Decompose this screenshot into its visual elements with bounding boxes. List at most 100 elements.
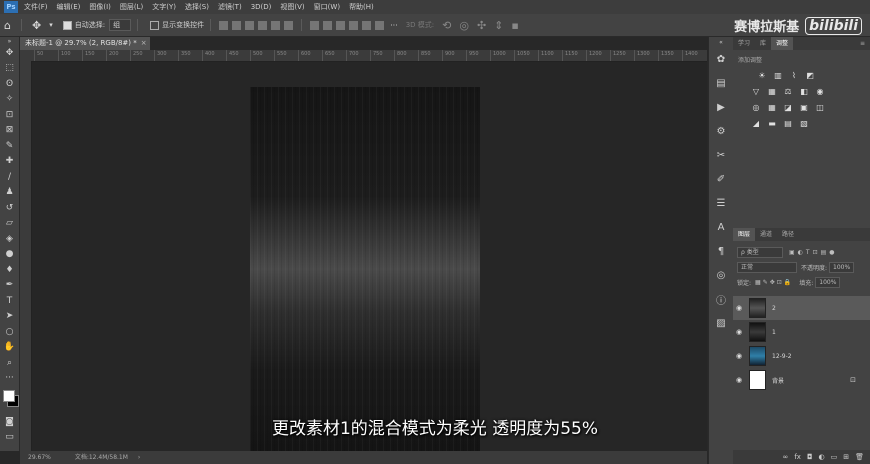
posterize-icon[interactable]: ▣ bbox=[799, 102, 809, 112]
tools-icon[interactable]: ✂ bbox=[709, 143, 733, 167]
menu-3d[interactable]: 3D(D) bbox=[251, 3, 272, 11]
document-tab[interactable]: 未标题-1 @ 29.7% (2, RGB/8#) * × bbox=[20, 37, 150, 50]
character-icon[interactable]: A bbox=[709, 215, 733, 239]
tab-learn[interactable]: 学习 bbox=[733, 37, 755, 50]
move-tool-icon[interactable]: ✥ bbox=[0, 45, 19, 61]
3d-icon[interactable]: ◎ bbox=[709, 263, 733, 287]
layer-row[interactable]: ◉ 1 bbox=[733, 320, 870, 344]
swatch-icon[interactable]: ▨ bbox=[709, 311, 733, 335]
pen-tool-icon[interactable]: ✒ bbox=[0, 278, 19, 294]
show-transform-checkbox[interactable] bbox=[150, 20, 160, 30]
actions-play-icon[interactable]: ▶ bbox=[709, 95, 733, 119]
move-tool-icon[interactable]: ✥ bbox=[32, 19, 41, 32]
brush-tool-icon[interactable]: ∕ bbox=[0, 169, 19, 185]
fill-field[interactable]: 100% bbox=[815, 277, 841, 288]
3d-scale-icon[interactable]: ▪ bbox=[511, 19, 518, 32]
blend-mode-dropdown[interactable]: 正常 bbox=[737, 262, 797, 273]
menu-select[interactable]: 选择(S) bbox=[185, 2, 209, 12]
lock-icons[interactable]: ▦✎✥⊡🔒 bbox=[755, 279, 793, 286]
menu-file[interactable]: 文件(F) bbox=[24, 2, 48, 12]
align-bottom-icon[interactable] bbox=[245, 20, 255, 30]
tab-libraries[interactable]: 库 bbox=[755, 37, 771, 50]
type-tool-icon[interactable]: T bbox=[0, 293, 19, 309]
layer-row[interactable]: ◉ 2 bbox=[733, 296, 870, 320]
new-layer-icon[interactable]: ⊞ bbox=[843, 453, 849, 461]
visibility-eye-icon[interactable]: ◉ bbox=[733, 304, 745, 312]
delete-layer-icon[interactable]: 🗑 bbox=[855, 453, 864, 461]
distribute-vcenter-icon[interactable] bbox=[323, 20, 333, 30]
more-tools-icon[interactable]: ··· bbox=[0, 371, 19, 387]
panel-menu-icon[interactable]: ≡ bbox=[855, 37, 870, 50]
align-top-icon[interactable] bbox=[219, 20, 229, 30]
home-icon[interactable]: ⌂ bbox=[4, 19, 11, 32]
align-left-icon[interactable] bbox=[258, 20, 268, 30]
threshold-icon[interactable]: ◫ bbox=[815, 102, 825, 112]
channel-mixer-icon[interactable]: ◎ bbox=[751, 102, 761, 112]
paint-bucket-tool-icon[interactable]: ◈ bbox=[0, 231, 19, 247]
visibility-eye-icon[interactable]: ◉ bbox=[733, 328, 745, 336]
layer-row[interactable]: ◉ 背景 ⊡ bbox=[733, 368, 870, 392]
layer-style-icon[interactable]: fx bbox=[794, 453, 801, 461]
more-icon[interactable]: ··· bbox=[390, 21, 398, 30]
hue-saturation-icon[interactable]: ▦ bbox=[767, 86, 777, 96]
distribute-right-icon[interactable] bbox=[375, 20, 385, 30]
menu-help[interactable]: 帮助(H) bbox=[349, 2, 374, 12]
menu-filter[interactable]: 滤镜(T) bbox=[218, 2, 242, 12]
black-white-icon[interactable]: ◧ bbox=[799, 86, 809, 96]
frame-tool-icon[interactable]: ⊠ bbox=[0, 123, 19, 139]
tab-paths[interactable]: 路径 bbox=[777, 228, 799, 241]
info-icon[interactable]: ⓘ bbox=[709, 287, 733, 311]
color-palette-icon[interactable]: ✿ bbox=[709, 47, 733, 71]
filter-icons[interactable]: ▣◐T⊡▤● bbox=[789, 249, 838, 256]
3d-rotate-icon[interactable]: ⟲ bbox=[442, 19, 451, 32]
chevron-down-icon[interactable]: ▾ bbox=[49, 21, 53, 29]
menu-layer[interactable]: 图层(L) bbox=[120, 2, 143, 12]
hand-tool-icon[interactable]: ✋ bbox=[0, 340, 19, 356]
distribute-top-icon[interactable] bbox=[310, 20, 320, 30]
ellipse-tool-icon[interactable]: ○ bbox=[0, 324, 19, 340]
new-group-icon[interactable]: ▭ bbox=[831, 453, 838, 461]
exposure-icon[interactable]: ◩ bbox=[805, 70, 815, 80]
brush-settings-icon[interactable]: ✐ bbox=[709, 167, 733, 191]
menu-type[interactable]: 文字(Y) bbox=[152, 2, 176, 12]
opacity-field[interactable]: 100% bbox=[829, 262, 855, 273]
new-adjustment-icon[interactable]: ◐ bbox=[819, 453, 825, 461]
menu-image[interactable]: 图像(I) bbox=[89, 2, 111, 12]
gradient-map-icon[interactable]: ▬ bbox=[767, 118, 777, 128]
close-icon[interactable]: × bbox=[141, 39, 147, 47]
selective-color-icon[interactable]: ◢ bbox=[751, 118, 761, 128]
3d-roll-icon[interactable]: ◎ bbox=[459, 19, 469, 32]
levels-alt-icon[interactable]: ▤ bbox=[783, 118, 793, 128]
paragraph-icon[interactable]: ¶ bbox=[709, 239, 733, 263]
distribute-hcenter-icon[interactable] bbox=[362, 20, 372, 30]
clone-stamp-tool-icon[interactable]: ♟ bbox=[0, 185, 19, 201]
adjustments-sliders-icon[interactable]: ☰ bbox=[709, 191, 733, 215]
healing-brush-tool-icon[interactable]: ✚ bbox=[0, 154, 19, 170]
crop-tool-icon[interactable]: ⊡ bbox=[0, 107, 19, 123]
tab-layers[interactable]: 图层 bbox=[733, 228, 756, 241]
foreground-color-swatch[interactable] bbox=[3, 390, 15, 402]
menu-edit[interactable]: 编辑(E) bbox=[57, 2, 81, 12]
document-canvas-image[interactable] bbox=[250, 87, 480, 451]
marquee-tool-icon[interactable]: ⬚ bbox=[0, 61, 19, 77]
distribute-bottom-icon[interactable] bbox=[336, 20, 346, 30]
align-vcenter-icon[interactable] bbox=[232, 20, 242, 30]
collapse-icon[interactable]: « bbox=[709, 37, 733, 47]
eraser-tool-icon[interactable]: ▱ bbox=[0, 216, 19, 232]
properties-icon[interactable]: ⚙ bbox=[709, 119, 733, 143]
layer-filter-dropdown[interactable]: ρ 类型 bbox=[737, 247, 783, 258]
brightness-contrast-icon[interactable]: ☀ bbox=[757, 70, 767, 80]
zoom-level[interactable]: 29.67% bbox=[28, 454, 51, 461]
lasso-tool-icon[interactable]: ʘ bbox=[0, 76, 19, 92]
dodge-tool-icon[interactable]: ♦ bbox=[0, 262, 19, 278]
magic-wand-tool-icon[interactable]: ✧ bbox=[0, 92, 19, 108]
invert-icon[interactable]: ◪ bbox=[783, 102, 793, 112]
path-selection-tool-icon[interactable]: ➤ bbox=[0, 309, 19, 325]
photo-filter-icon[interactable]: ◉ bbox=[815, 86, 825, 96]
eyedropper-tool-icon[interactable]: ✎ bbox=[0, 138, 19, 154]
color-balance-icon[interactable]: ⚖ bbox=[783, 86, 793, 96]
visibility-eye-icon[interactable]: ◉ bbox=[733, 352, 745, 360]
align-right-icon[interactable] bbox=[284, 20, 294, 30]
blur-tool-icon[interactable]: ● bbox=[0, 247, 19, 263]
menu-window[interactable]: 窗口(W) bbox=[314, 2, 340, 12]
